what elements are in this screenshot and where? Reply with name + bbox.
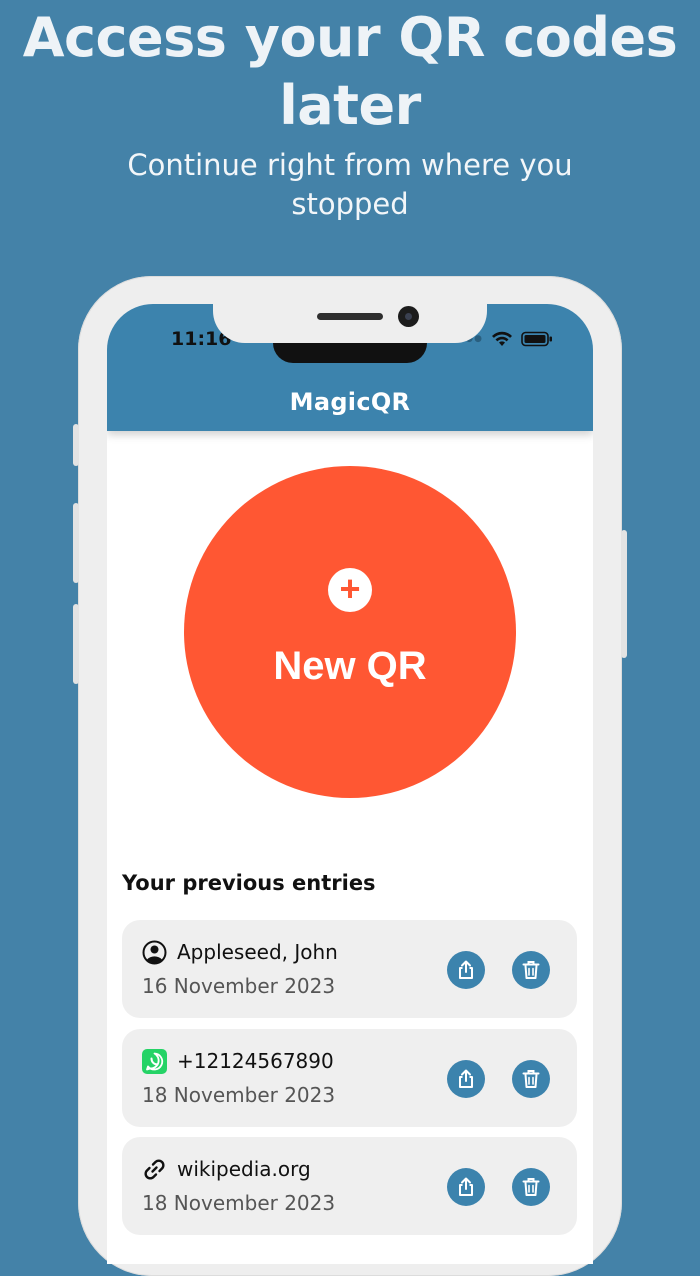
phone-power-button [621,530,627,658]
entry-date: 16 November 2023 [142,974,336,998]
entries-section-title: Your previous entries [122,871,376,895]
share-icon [459,960,473,979]
list-item[interactable]: Appleseed, John 16 November 2023 [122,920,577,1018]
share-icon [459,1069,473,1088]
app-title: MagicQR [289,388,411,416]
share-button[interactable] [447,951,485,989]
phone-volume-up [73,503,79,583]
entry-date: 18 November 2023 [142,1083,336,1107]
phone-mute-switch [73,424,79,466]
dynamic-island [273,343,427,363]
battery-icon [521,331,552,347]
entry-name: +12124567890 [177,1049,334,1073]
delete-button[interactable] [512,1168,550,1206]
share-button[interactable] [447,1168,485,1206]
list-item[interactable]: wikipedia.org 18 November 2023 [122,1137,577,1235]
contact-icon [142,940,167,965]
entry-name: Appleseed, John [177,940,338,964]
new-qr-label: New QR [273,644,427,688]
new-qr-button[interactable]: + New QR [184,466,516,798]
speaker-grille [317,313,383,320]
phone-volume-down [73,604,79,684]
trash-icon [522,961,540,979]
front-camera [398,306,419,327]
promo-headline: Access your QR codes later [22,6,678,137]
trash-icon [522,1070,540,1088]
delete-button[interactable] [512,1060,550,1098]
delete-button[interactable] [512,951,550,989]
wifi-icon [492,331,512,346]
share-button[interactable] [447,1060,485,1098]
plus-icon: + [328,568,372,612]
entry-name: wikipedia.org [177,1157,311,1181]
promo-subtitle: Continue right from where you stopped [127,148,573,221]
trash-icon [522,1178,540,1196]
entry-date: 18 November 2023 [142,1191,336,1215]
list-item[interactable]: +12124567890 18 November 2023 [122,1029,577,1127]
promo-header: Access your QR codes later Continue righ… [0,0,700,224]
link-icon [144,1159,165,1180]
whatsapp-icon [142,1049,167,1074]
share-icon [459,1177,473,1196]
phone-screen: 11:16 ●●●● MagicQR + New QR Your previou… [107,304,593,1264]
